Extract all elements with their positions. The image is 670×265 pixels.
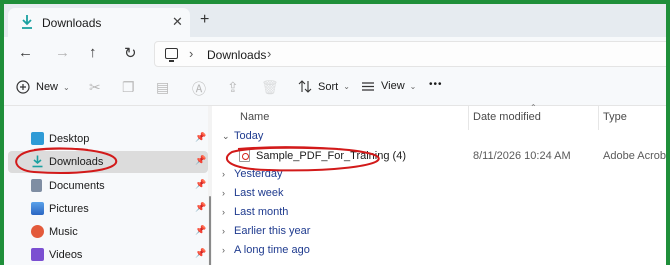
chevron-down-icon: ⌄ [409, 81, 417, 91]
column-divider[interactable] [598, 106, 599, 130]
address-row: ← → ↑ ↻ › Downloads › [4, 37, 666, 70]
pin-icon[interactable]: 📌 [195, 225, 206, 236]
chevron-down-icon: ⌄ [63, 82, 70, 92]
navigation-pane: Desktop 📌 Downloads 📌 Documents 📌 Pictur… [4, 106, 208, 265]
group-today[interactable]: ⌄ Today [222, 130, 263, 142]
pdf-file-icon [239, 148, 250, 162]
address-bar[interactable]: › Downloads › [154, 41, 666, 67]
cut-icon[interactable]: ✂ [89, 79, 101, 96]
chevron-right-icon: › [222, 245, 225, 255]
rename-icon[interactable]: Ⓐ [192, 79, 206, 99]
group-label: Last week [234, 187, 284, 199]
sidebar-item-label: Pictures [49, 203, 89, 215]
sidebar-item-pictures[interactable]: Pictures 📌 [8, 198, 208, 220]
breadcrumb-downloads[interactable]: Downloads [207, 48, 266, 62]
view-button[interactable]: View ⌄ [361, 80, 416, 92]
view-icon [362, 81, 374, 91]
copy-icon[interactable]: ❐ [122, 79, 135, 96]
view-label: View [381, 80, 405, 92]
chevron-right-icon: › [222, 226, 225, 236]
group-label: Today [234, 130, 264, 142]
new-tab-button[interactable]: + [200, 11, 209, 29]
up-button[interactable]: ↑ [89, 44, 97, 61]
pin-icon[interactable]: 📌 [195, 248, 206, 259]
group-label: A long time ago [234, 244, 310, 256]
chevron-right-icon: › [222, 188, 225, 198]
file-row[interactable]: Sample_PDF_For_Training (4) 8/11/2026 10… [212, 147, 666, 167]
file-type: Adobe Acrobat D [603, 150, 666, 162]
sidebar-item-label: Documents [49, 180, 105, 192]
new-button[interactable]: New ⌄ [16, 80, 70, 94]
close-tab-icon[interactable]: ✕ [172, 14, 183, 30]
group-label: Yesterday [234, 168, 283, 180]
download-icon [22, 15, 32, 29]
sidebar-item-music[interactable]: Music 📌 [8, 221, 208, 243]
more-options-button[interactable]: ••• [429, 79, 443, 90]
chevron-right-icon: › [222, 207, 225, 217]
pin-icon[interactable]: 📌 [195, 179, 206, 190]
tab-downloads[interactable]: Downloads ✕ [8, 8, 190, 37]
column-header-date[interactable]: Date modified [473, 111, 541, 123]
sidebar-item-label: Videos [49, 249, 83, 261]
share-icon[interactable]: ⇪ [227, 79, 239, 96]
group-last-week[interactable]: › Last week [222, 187, 284, 199]
file-list: Name ⌃ Date modified Type ⌄ Today Sample… [212, 103, 666, 265]
sidebar-item-documents[interactable]: Documents 📌 [8, 175, 208, 197]
column-header-type[interactable]: Type [603, 111, 627, 123]
download-icon [32, 155, 43, 168]
pin-icon[interactable]: 📌 [195, 202, 206, 213]
desktop-icon [31, 132, 44, 145]
paste-icon[interactable]: ▤ [156, 79, 169, 96]
chevron-down-icon: ⌄ [343, 82, 350, 91]
group-label: Last month [234, 206, 289, 218]
forward-button[interactable]: → [55, 44, 70, 61]
group-long-time-ago[interactable]: › A long time ago [222, 244, 310, 256]
group-earlier-this-year[interactable]: › Earlier this year [222, 225, 310, 237]
pin-icon[interactable]: 📌 [195, 132, 206, 143]
pictures-icon [31, 202, 44, 215]
pin-icon[interactable]: 📌 [195, 155, 206, 166]
column-header-name[interactable]: Name [240, 111, 269, 123]
chevron-right-icon: › [222, 169, 225, 179]
column-divider[interactable] [468, 106, 469, 130]
chevron-down-icon: ⌄ [222, 130, 230, 141]
group-yesterday[interactable]: › Yesterday [222, 168, 283, 180]
videos-icon [31, 248, 44, 261]
documents-icon [31, 179, 42, 192]
file-date-modified: 8/11/2026 10:24 AM [473, 150, 571, 162]
refresh-button[interactable]: ↻ [124, 44, 137, 62]
this-pc-icon[interactable] [165, 48, 178, 62]
breadcrumb-separator[interactable]: › [189, 46, 193, 61]
command-bar: New ⌄ ✂ ❐ ▤ Ⓐ ⇪ 🗑 Sort ⌄ View ⌄ ••• [4, 70, 666, 106]
sidebar-item-desktop[interactable]: Desktop 📌 [8, 128, 208, 150]
group-label: Earlier this year [234, 225, 311, 237]
sidebar-item-videos[interactable]: Videos 📌 [8, 244, 208, 265]
new-label: New [36, 81, 59, 93]
breadcrumb-chevron[interactable]: › [267, 46, 271, 61]
music-icon [31, 225, 44, 238]
back-button[interactable]: ← [18, 44, 33, 61]
sort-button[interactable]: Sort ⌄ [298, 80, 350, 93]
file-name[interactable]: Sample_PDF_For_Training (4) [256, 150, 406, 162]
tab-title: Downloads [42, 16, 102, 30]
sidebar-item-label: Downloads [49, 156, 104, 168]
sidebar-item-downloads[interactable]: Downloads 📌 [8, 151, 208, 173]
sort-label: Sort [318, 80, 339, 93]
plus-circle-icon [16, 80, 30, 94]
sidebar-scrollbar[interactable] [209, 196, 211, 265]
group-last-month[interactable]: › Last month [222, 206, 288, 218]
tab-strip: Downloads ✕ + [4, 4, 666, 37]
sidebar-item-label: Music [49, 226, 78, 238]
file-explorer-window: Downloads ✕ + ← → ↑ ↻ › Downloads › New … [0, 0, 670, 265]
delete-icon[interactable]: 🗑 [261, 79, 279, 96]
sidebar-item-label: Desktop [49, 133, 90, 145]
sort-icon [298, 80, 312, 93]
